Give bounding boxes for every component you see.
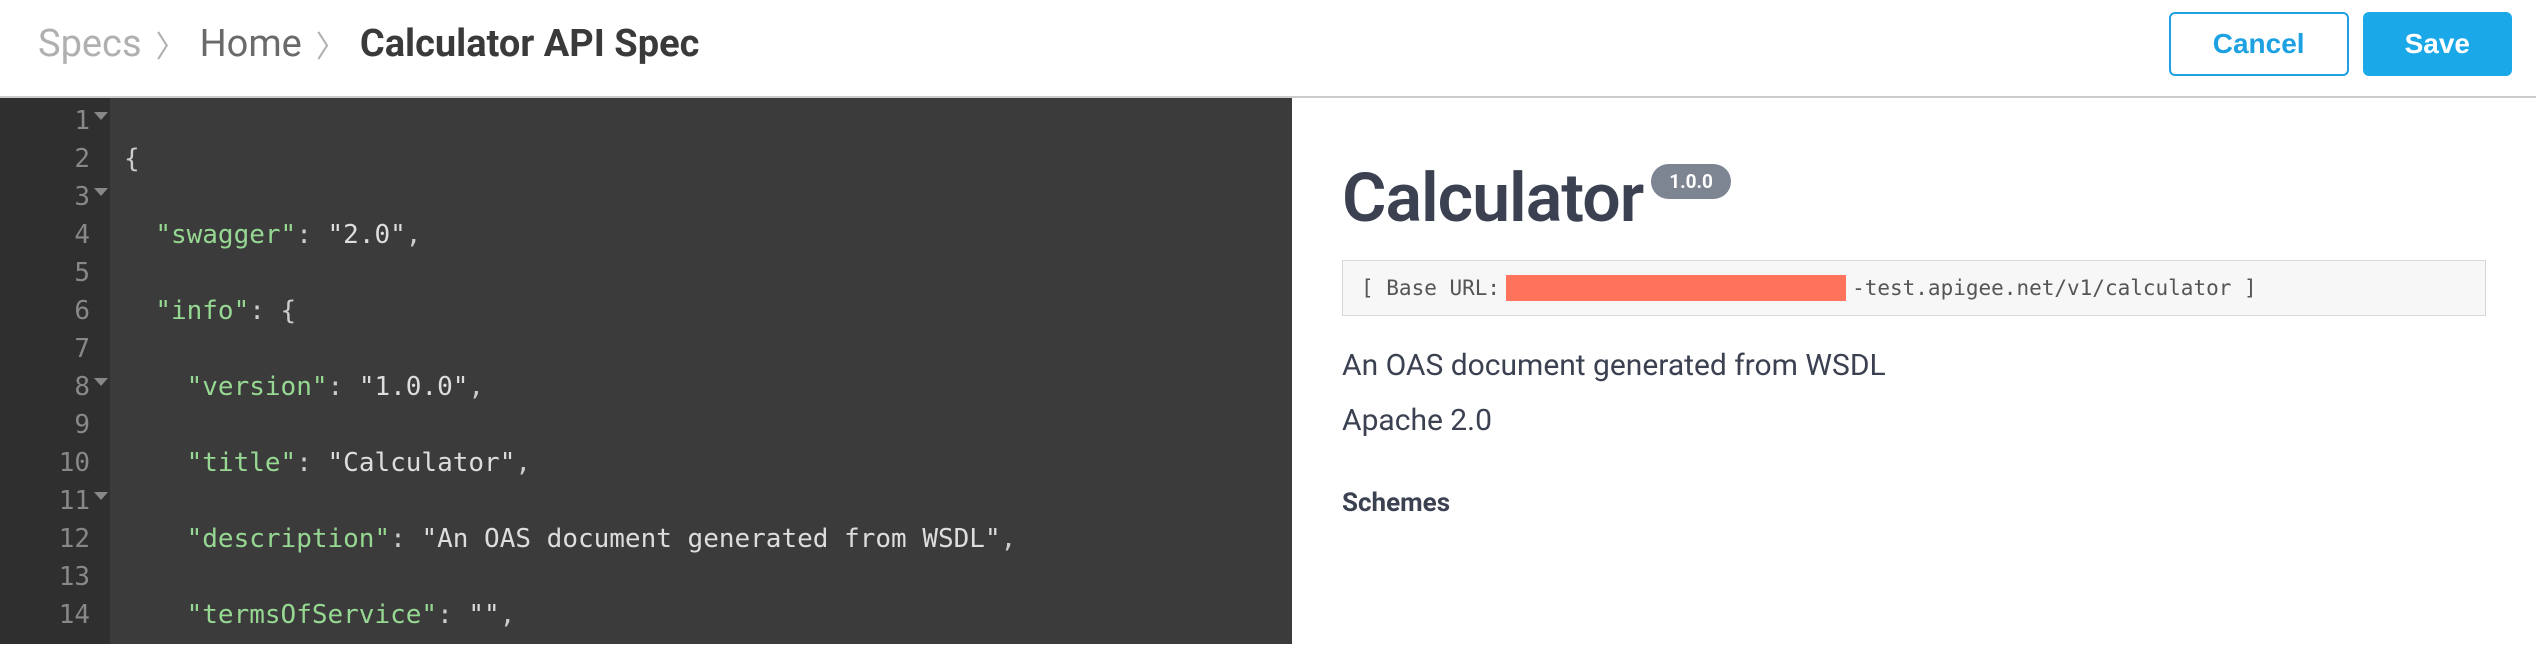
- api-description: An OAS document generated from WSDL: [1342, 348, 2486, 383]
- cancel-button[interactable]: Cancel: [2169, 12, 2349, 76]
- line-gutter: 1 2 3 4 5 6 7 8 9 10 11 12 13 14: [0, 98, 110, 644]
- header: Specs 〉 Home 〉 Calculator API Spec Cance…: [0, 0, 2536, 96]
- fold-icon[interactable]: [94, 492, 108, 500]
- line-number: 2: [20, 140, 90, 178]
- fold-icon[interactable]: [94, 112, 108, 120]
- line-number: 13: [20, 558, 90, 596]
- line-number: 7: [20, 330, 90, 368]
- chevron-right-icon: 〉: [156, 22, 186, 66]
- line-number: 14: [20, 596, 90, 634]
- breadcrumb-home[interactable]: Home: [200, 22, 302, 66]
- line-number: 10: [20, 444, 90, 482]
- fold-icon[interactable]: [94, 188, 108, 196]
- line-number: 6: [20, 292, 90, 330]
- save-button[interactable]: Save: [2363, 12, 2512, 76]
- version-badge: 1.0.0: [1651, 164, 1731, 199]
- fold-icon[interactable]: [94, 378, 108, 386]
- base-url-label: [ Base URL:: [1361, 276, 1500, 300]
- line-number: 8: [20, 368, 90, 406]
- code-editor[interactable]: 1 2 3 4 5 6 7 8 9 10 11 12 13 14 { "swag…: [0, 98, 1292, 644]
- line-number: 3: [20, 178, 90, 216]
- api-license[interactable]: Apache 2.0: [1342, 403, 2486, 438]
- redacted-host: [1506, 275, 1846, 301]
- line-number: 4: [20, 216, 90, 254]
- line-number: 12: [20, 520, 90, 558]
- header-actions: Cancel Save: [2169, 12, 2512, 76]
- main-split: 1 2 3 4 5 6 7 8 9 10 11 12 13 14 { "swag…: [0, 96, 2536, 644]
- line-number: 5: [20, 254, 90, 292]
- breadcrumb: Specs 〉 Home 〉 Calculator API Spec: [38, 22, 699, 66]
- breadcrumb-current: Calculator API Spec: [360, 22, 700, 66]
- line-number: 11: [20, 482, 90, 520]
- base-url-box: [ Base URL: -test.apigee.net/v1/calculat…: [1342, 260, 2486, 316]
- line-number: 9: [20, 406, 90, 444]
- base-url-suffix: -test.apigee.net/v1/calculator ]: [1852, 276, 2257, 300]
- chevron-right-icon: 〉: [316, 22, 346, 66]
- api-title-row: Calculator 1.0.0: [1342, 158, 2486, 238]
- api-preview: Calculator 1.0.0 [ Base URL: -test.apige…: [1292, 98, 2536, 644]
- breadcrumb-specs[interactable]: Specs: [38, 22, 142, 66]
- code-content[interactable]: { "swagger": "2.0", "info": { "version":…: [110, 98, 1016, 644]
- api-title: Calculator: [1342, 158, 1643, 238]
- schemes-heading: Schemes: [1342, 488, 2486, 518]
- line-number: 1: [20, 102, 90, 140]
